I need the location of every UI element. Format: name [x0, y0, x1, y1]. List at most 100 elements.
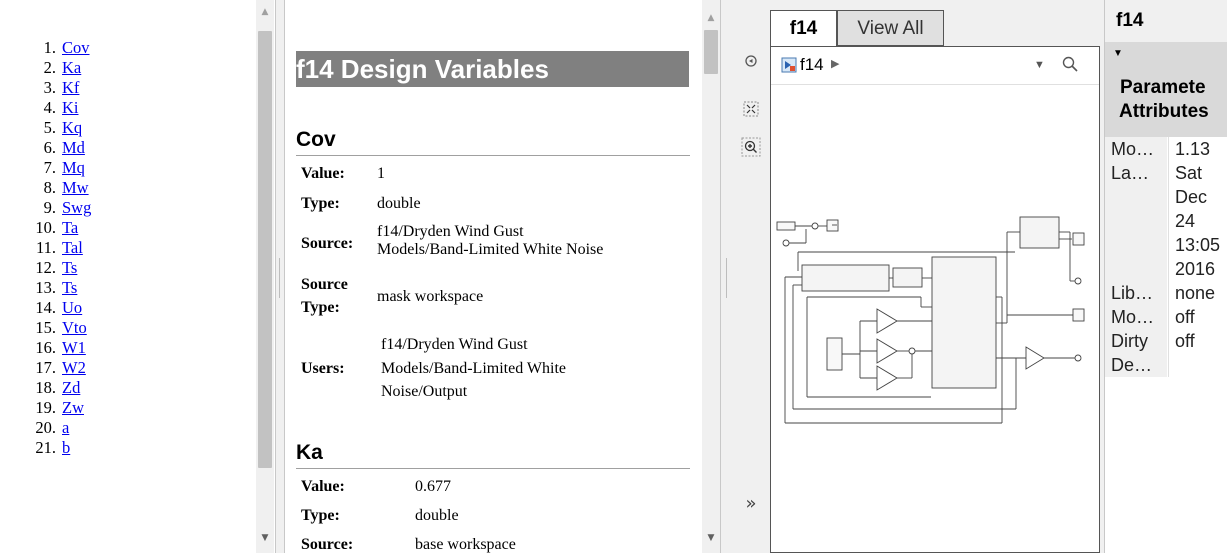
scroll-up-arrow-icon[interactable]: ▲	[702, 10, 720, 27]
property-row[interactable]: 2016	[1105, 257, 1227, 281]
list-item-number: 3.	[43, 78, 56, 97]
circle-arrow-icon[interactable]	[740, 50, 762, 72]
breadcrumb-bar: f14 ▶ ▼	[771, 47, 1099, 85]
variable-link[interactable]: Mw	[62, 178, 89, 198]
section-heading-cov: Cov	[296, 126, 690, 156]
list-item: 20. a	[0, 418, 256, 438]
variable-link[interactable]: Ts	[62, 258, 77, 278]
property-value[interactable]	[1168, 353, 1227, 377]
property-value[interactable]: Dec	[1168, 185, 1227, 209]
list-item-number: 10.	[35, 218, 56, 237]
scroll-thumb[interactable]	[258, 31, 272, 468]
report-scrollbar[interactable]: ▲ ▼	[702, 0, 720, 553]
chevron-down-icon[interactable]: ▼	[1034, 59, 1045, 71]
property-value[interactable]: 24	[1168, 209, 1227, 233]
property-key	[1105, 233, 1167, 257]
value-label: Value:	[301, 165, 345, 182]
list-item-number: 6.	[43, 138, 56, 157]
list-item: 21. b	[0, 438, 256, 458]
property-row[interactable]: Mo… off	[1105, 305, 1227, 329]
breadcrumb-model[interactable]: f14	[800, 55, 824, 75]
property-row[interactable]: La… Sat	[1105, 161, 1227, 185]
zoom-in-icon[interactable]	[740, 136, 762, 158]
source-type-label-2: Type:	[301, 299, 340, 316]
property-value[interactable]: none	[1168, 281, 1227, 305]
property-row[interactable]: Dirty off	[1105, 329, 1227, 353]
variable-link[interactable]: Ts	[62, 278, 77, 298]
group-title-line-2: Attributes	[1119, 101, 1209, 122]
tab-f14[interactable]: f14	[770, 10, 837, 46]
property-row[interactable]: 24	[1105, 209, 1227, 233]
list-item-number: 8.	[43, 178, 56, 197]
variable-link[interactable]: Md	[62, 138, 85, 158]
list-item: 18. Zd	[0, 378, 256, 398]
list-item: 12. Ts	[0, 258, 256, 278]
variable-link[interactable]: Ki	[62, 98, 79, 118]
tab-view-all[interactable]: View All	[837, 10, 944, 46]
splitter-handle[interactable]	[726, 258, 728, 298]
scroll-up-arrow-icon[interactable]: ▲	[256, 4, 274, 21]
variable-link[interactable]: Kf	[62, 78, 79, 98]
property-value[interactable]: 1.13	[1168, 137, 1227, 161]
splitter-handle[interactable]	[279, 258, 281, 298]
property-value[interactable]: 13:05	[1168, 233, 1227, 257]
list-item-number: 4.	[43, 98, 56, 117]
variable-link[interactable]: Zd	[62, 378, 80, 398]
property-value[interactable]: off	[1168, 305, 1227, 329]
property-row[interactable]: Dec	[1105, 185, 1227, 209]
scroll-down-arrow-icon[interactable]: ▼	[256, 530, 274, 547]
ka-type-label: Type:	[301, 507, 340, 524]
variable-link[interactable]: Zw	[62, 398, 84, 418]
variable-link[interactable]: Swg	[62, 198, 91, 218]
variable-link[interactable]: W1	[62, 338, 86, 358]
variable-link[interactable]: Ta	[62, 218, 78, 238]
property-inspector: f14 ▼ Paramete Attributes Mo… 1.13 La… Sat D…	[1104, 0, 1227, 553]
variable-link[interactable]: Tal	[62, 238, 83, 258]
type-label: Type:	[301, 195, 340, 212]
section-heading-ka: Ka	[296, 439, 690, 469]
scroll-thumb[interactable]	[704, 30, 718, 74]
search-icon[interactable]	[1061, 55, 1079, 78]
parameter-attributes-group[interactable]: ▼ Paramete Attributes	[1105, 42, 1227, 137]
list-item-number: 12.	[35, 258, 56, 277]
list-scrollbar[interactable]: ▲ ▼	[256, 0, 274, 553]
variable-link[interactable]: Uo	[62, 298, 82, 318]
property-row[interactable]: 13:05	[1105, 233, 1227, 257]
variable-link[interactable]: a	[62, 418, 69, 438]
property-row[interactable]: Mo… 1.13	[1105, 137, 1227, 161]
list-item: 15. Vto	[0, 318, 256, 338]
property-key: De…	[1105, 353, 1167, 377]
source-line-1: f14/Dryden Wind Gust	[377, 223, 524, 240]
list-item-number: 5.	[43, 118, 56, 137]
list-item: 11. Tal	[0, 238, 256, 258]
property-key: Dirty	[1105, 329, 1167, 353]
block-diagram[interactable]	[771, 207, 1099, 437]
property-key: Mo…	[1105, 137, 1167, 161]
property-row[interactable]: De…	[1105, 353, 1227, 377]
list-item: 2. Ka	[0, 58, 256, 78]
variable-link[interactable]: Mq	[62, 158, 85, 178]
variable-link[interactable]: Cov	[62, 38, 90, 58]
property-value[interactable]: off	[1168, 329, 1227, 353]
users-line-3: Noise/Output	[381, 383, 468, 400]
variable-link[interactable]: Vto	[62, 318, 87, 338]
property-value[interactable]: Sat	[1168, 161, 1227, 185]
users-label: Users:	[301, 360, 345, 377]
fit-to-view-icon[interactable]	[740, 98, 762, 120]
list-item: 17. W2	[0, 358, 256, 378]
scroll-down-arrow-icon[interactable]: ▼	[702, 530, 720, 547]
variable-link[interactable]: W2	[62, 358, 86, 378]
list-item-number: 21.	[35, 438, 56, 457]
list-item-number: 13.	[35, 278, 56, 297]
property-value[interactable]: 2016	[1168, 257, 1227, 281]
variable-link[interactable]: b	[62, 438, 70, 458]
type-text: double	[377, 195, 421, 212]
property-key	[1105, 257, 1167, 281]
property-row[interactable]: Lib… none	[1105, 281, 1227, 305]
model-browser: f14 View All f14 ▶ ▼	[770, 10, 1100, 553]
double-chevron-right-icon[interactable]: »	[740, 493, 762, 515]
variable-link[interactable]: Kq	[62, 118, 82, 138]
variable-link[interactable]: Ka	[62, 58, 81, 78]
collapse-triangle-icon[interactable]: ▼	[1113, 48, 1123, 59]
chevron-right-icon[interactable]: ▶	[831, 57, 839, 70]
